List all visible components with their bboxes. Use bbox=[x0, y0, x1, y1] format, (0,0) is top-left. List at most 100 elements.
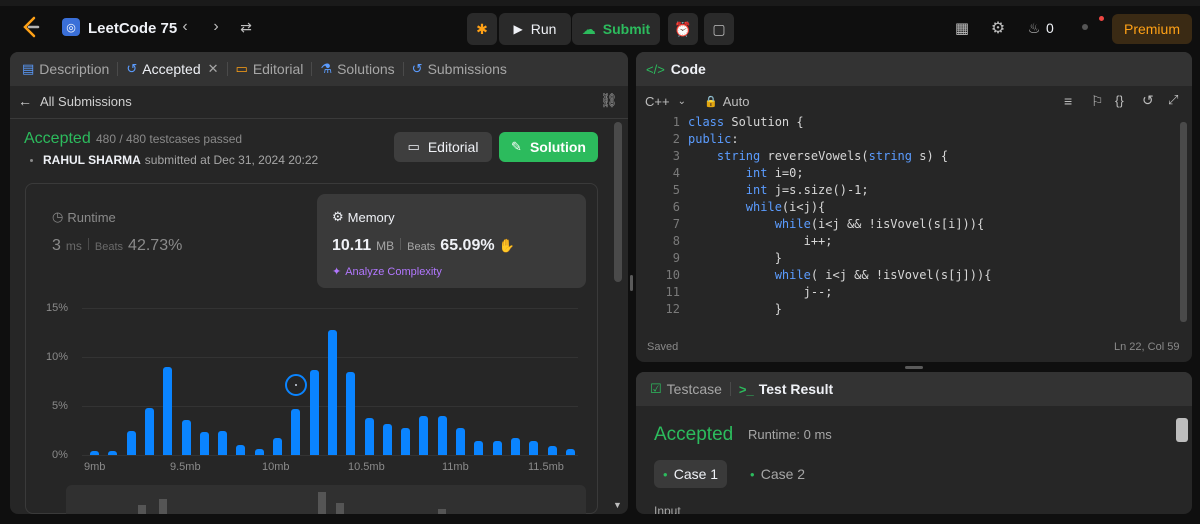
result-runtime: Runtime: 0 ms bbox=[748, 427, 832, 442]
your-submission-marker[interactable] bbox=[284, 373, 307, 396]
submit-button[interactable]: ☁ Submit bbox=[572, 13, 660, 45]
tab-submissions[interactable]: ↺ Submissions bbox=[404, 52, 515, 86]
left-scrollbar[interactable] bbox=[614, 122, 622, 282]
chart-bar[interactable] bbox=[108, 451, 118, 455]
code-token: public bbox=[688, 132, 732, 146]
code-token: string bbox=[868, 149, 912, 163]
chart-bar[interactable] bbox=[346, 371, 356, 455]
chart-bar[interactable] bbox=[144, 407, 154, 455]
notes-button[interactable]: ▢ bbox=[704, 13, 734, 45]
code-text: class Solution { bbox=[688, 115, 804, 129]
submitted-at: submitted at Dec 31, 2024 20:22 bbox=[144, 153, 319, 167]
runtime-section[interactable]: ◷ Runtime 3 ms Beats 42.73% bbox=[26, 184, 316, 284]
chart-bar[interactable] bbox=[456, 427, 465, 455]
author-name[interactable]: RAHUL SHARMA bbox=[43, 153, 141, 167]
analyze-complexity-link[interactable]: ✦ Analyze Complexity bbox=[332, 265, 442, 279]
chart-bar[interactable] bbox=[181, 419, 191, 455]
problem-list-title[interactable]: LeetCode 75 bbox=[88, 18, 177, 38]
horizontal-splitter[interactable] bbox=[905, 366, 923, 369]
vertical-splitter[interactable] bbox=[630, 275, 633, 291]
solution-button[interactable]: ✎ Solution bbox=[499, 132, 598, 162]
shuffle-icon[interactable]: ⇄ bbox=[236, 17, 256, 37]
reset-icon[interactable]: ↺ bbox=[1142, 92, 1154, 109]
code-token: i=0; bbox=[767, 166, 804, 180]
runtime-unit: ms bbox=[65, 239, 82, 253]
chart-bar[interactable] bbox=[163, 366, 173, 455]
run-button[interactable]: ▶ Run bbox=[499, 13, 571, 45]
chart-bar[interactable] bbox=[510, 438, 520, 455]
fullscreen-icon[interactable]: ⤢ bbox=[1168, 92, 1178, 108]
tab-solutions[interactable]: ⚗ Solutions bbox=[312, 52, 402, 86]
leetcode-logo-icon[interactable] bbox=[20, 16, 42, 38]
settings-gear-icon[interactable]: ⚙ bbox=[988, 18, 1008, 38]
code-editor[interactable]: 1 class Solution {2 public: 3 string revers… bbox=[636, 115, 1192, 323]
autocomplete-toggle[interactable]: 🔒 Auto bbox=[704, 94, 749, 109]
copy-link-icon[interactable]: ⛓ bbox=[600, 92, 618, 109]
chart-bar[interactable] bbox=[401, 427, 411, 455]
chart-bar[interactable] bbox=[474, 441, 484, 455]
chart-bar[interactable] bbox=[199, 432, 209, 455]
chart-bar[interactable] bbox=[291, 408, 301, 455]
prev-problem-icon[interactable]: ‹ bbox=[176, 17, 194, 37]
memory-section[interactable]: ⚙ Memory 10.11 MB Beats 65.09% ✋ ✦ Analy… bbox=[317, 194, 586, 288]
tab-accepted[interactable]: ↺ Accepted ✕ bbox=[118, 52, 226, 86]
result-scrollbar[interactable] bbox=[1176, 418, 1188, 442]
alarm-icon: ⏰ bbox=[674, 20, 692, 37]
x-tick-9.5mb: 9.5mb bbox=[170, 461, 201, 473]
chart-bar[interactable] bbox=[236, 445, 246, 455]
problem-list-icon[interactable]: ◎ bbox=[62, 18, 80, 36]
line-number: 7 bbox=[672, 217, 680, 231]
chart-bar[interactable] bbox=[364, 417, 374, 455]
chart-bar[interactable] bbox=[419, 415, 429, 455]
format-icon[interactable]: ≡ bbox=[1064, 93, 1072, 109]
chart-bar[interactable] bbox=[529, 441, 539, 455]
case-1-tab[interactable]: ● Case 1 bbox=[654, 460, 727, 488]
chart-bar[interactable] bbox=[492, 441, 502, 455]
chart-bar[interactable] bbox=[309, 369, 319, 455]
line-number: 9 bbox=[672, 251, 680, 265]
line-number: 1 bbox=[672, 115, 680, 129]
chart-bar[interactable] bbox=[218, 431, 228, 455]
premium-button[interactable]: Premium bbox=[1112, 14, 1192, 44]
case-2-tab[interactable]: ● Case 2 bbox=[741, 460, 814, 488]
tab-test-result[interactable]: >_ Test Result bbox=[731, 372, 841, 406]
bug-icon: ✱ bbox=[476, 20, 488, 37]
tab-editorial[interactable]: ▭ Editorial bbox=[228, 52, 312, 86]
chart-bar[interactable] bbox=[382, 423, 392, 455]
tab-description[interactable]: ▤ Description bbox=[14, 52, 117, 86]
debug-button[interactable]: ✱ bbox=[467, 13, 497, 45]
editorial-button[interactable]: ▭ Editorial bbox=[394, 132, 492, 162]
code-token: j--; bbox=[688, 285, 833, 299]
chart-bar[interactable] bbox=[327, 329, 337, 455]
back-to-submissions[interactable]: ← All Submissions bbox=[18, 92, 132, 110]
submission-status: Accepted bbox=[24, 130, 91, 147]
chart-bar[interactable] bbox=[273, 438, 282, 455]
chart-bar[interactable] bbox=[565, 449, 575, 455]
language-select[interactable]: C++ ⌄ bbox=[645, 94, 686, 109]
chart-bar[interactable] bbox=[90, 451, 99, 455]
timer-button[interactable]: ⏰ bbox=[668, 13, 698, 45]
chart-bar[interactable] bbox=[254, 449, 264, 455]
braces-icon[interactable]: {} bbox=[1115, 93, 1124, 108]
code-scrollbar[interactable] bbox=[1180, 122, 1187, 322]
streak-flame-icon[interactable]: ♨ bbox=[1026, 18, 1042, 38]
line-number: 6 bbox=[672, 200, 680, 214]
avatar[interactable] bbox=[1082, 24, 1088, 30]
code-token: while bbox=[745, 200, 782, 214]
bookmark-icon[interactable]: ⚐ bbox=[1091, 93, 1104, 110]
code-line: 10 while( i<j && !isVovel(s[j])){ bbox=[636, 268, 1176, 285]
memory-beats: 65.09% bbox=[440, 237, 495, 254]
memory-value: 10.11 bbox=[332, 237, 372, 254]
layout-grid-icon[interactable]: ▦ bbox=[952, 18, 972, 38]
scroll-down-icon[interactable]: ▼ bbox=[613, 500, 622, 510]
chart-bar[interactable] bbox=[437, 415, 447, 455]
close-tab-icon[interactable]: ✕ bbox=[208, 61, 219, 77]
code-text: string reverseVowels(string s) { bbox=[688, 149, 948, 163]
runtime-beats-label: Beats bbox=[94, 241, 124, 253]
chart-bar[interactable] bbox=[547, 446, 557, 455]
next-problem-icon[interactable]: › bbox=[207, 17, 225, 37]
tab-testcase[interactable]: ☑ Testcase bbox=[642, 372, 730, 406]
chart-bar[interactable] bbox=[126, 430, 136, 455]
